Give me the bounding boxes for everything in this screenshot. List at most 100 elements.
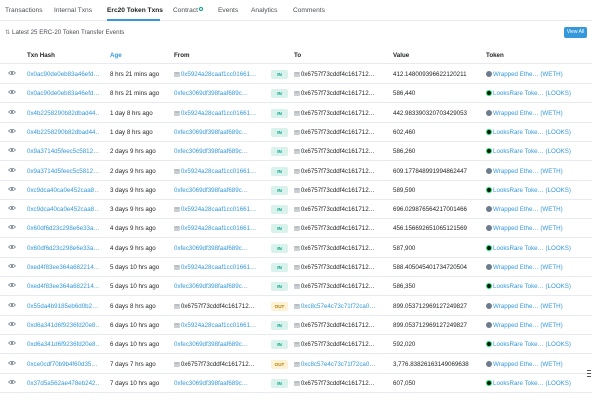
token-name: Wrapped Ethe… (WETH) [493, 167, 563, 175]
eye-icon[interactable] [7, 379, 16, 387]
tab-analytics[interactable]: Analytics [251, 7, 277, 14]
direction-badge: IN [271, 378, 288, 388]
txn-hash-link[interactable]: 0xc9dca40ca0e452caa8… [27, 206, 99, 213]
direction-badge: IN [271, 108, 288, 118]
token-link[interactable]: LooksRare Toke… (LOOKS) [486, 148, 586, 155]
view-all-button[interactable]: View All [564, 27, 587, 38]
txn-hash-link[interactable]: 0xd6a341d6f9236fd20e8… [27, 322, 99, 329]
token-link[interactable]: Wrapped Ethe… (WETH) [486, 167, 586, 175]
txn-hash-link[interactable]: 0xd6a341d6f9236fd20e8… [27, 341, 99, 348]
from-address[interactable]: ▤0x5924a28caaf1cc01661… [174, 71, 258, 78]
eye-icon[interactable] [7, 109, 16, 117]
eye-icon[interactable] [7, 128, 16, 136]
txn-hash-link[interactable]: 0x4b2258290b82dbad44… [27, 129, 99, 136]
eye-icon[interactable] [7, 205, 16, 213]
txn-hash-link[interactable]: 0x37d5a562ae478eb242… [27, 380, 99, 387]
token-link[interactable]: Wrapped Ethe… (WETH) [486, 264, 586, 271]
table-row: 0x9a3714d5feec5c5812… 2 days 9 hrs ago 0xf… [0, 142, 592, 162]
txn-hash-link[interactable]: 0xce0cdf70b9b4f60d35… [27, 361, 99, 368]
eye-icon[interactable] [7, 89, 16, 97]
token-link[interactable]: Wrapped Ethe… (WETH) [486, 206, 586, 213]
table-row: 0xc9dca40ca0e452caa8… 3 days 9 hrs ago ▤0x… [0, 200, 592, 220]
from-address[interactable]: ▤0x5924a28caaf1cc01661… [174, 110, 258, 117]
tab-comments[interactable]: Comments [293, 7, 325, 14]
tab-transactions[interactable]: Transactions [5, 7, 43, 14]
token-link[interactable]: LooksRare Toke… (LOOKS) [486, 379, 586, 387]
from-address-text: 0x6757f73cddf4c161712… [180, 302, 255, 310]
from-address[interactable]: 0xfec3069df398faaf689c… [174, 341, 258, 348]
tab-events[interactable]: Events [218, 7, 238, 14]
eye-icon[interactable] [7, 263, 16, 271]
eye-icon[interactable] [7, 244, 16, 252]
token-link[interactable]: LooksRare Toke… (LOOKS) [486, 341, 586, 348]
contract-icon: ▤ [174, 206, 180, 214]
token-link[interactable]: LooksRare Toke… (LOOKS) [486, 186, 586, 194]
eye-icon[interactable] [7, 224, 16, 232]
eye-icon[interactable] [7, 321, 16, 329]
from-address[interactable]: 0xfec3069df398faaf689c… [174, 245, 258, 252]
from-address[interactable]: 0xfec3069df398faaf689c… [174, 90, 258, 97]
to-address: ▤0x6757f73cddf4c161712… [294, 341, 380, 348]
to-address[interactable]: ▤0xc8c57e4c73c71f72ca0… [294, 361, 380, 368]
token-link[interactable]: Wrapped Ethe… (WETH) [486, 360, 586, 368]
from-address[interactable]: ▤0x5924a28caaf1cc01661… [174, 322, 258, 329]
from-address[interactable]: 0xfec3069df398faaf689c… [174, 148, 258, 155]
from-address[interactable]: 0xfec3069df398faaf689c… [174, 129, 258, 136]
token-link[interactable]: Wrapped Ethe… (WETH) [486, 302, 586, 310]
token-name: Wrapped Ethe… (WETH) [493, 360, 563, 368]
from-address[interactable]: 0xfec3069df398faaf689c… [174, 187, 258, 194]
contract-icon: ▤ [294, 244, 300, 252]
txn-hash-link[interactable]: 0x4b2258290b82dbad44… [27, 110, 99, 117]
txn-hash-link[interactable]: 0x9a3714d5feec5c5812… [27, 168, 99, 175]
to-address[interactable]: ▤0xc8c57e4c73c71f72ca0… [294, 303, 380, 310]
tab-erc20-token-txns[interactable]: Erc20 Token Txns [107, 7, 163, 14]
txn-hash-link[interactable]: 0xc9dca40ca0e452caa8… [27, 187, 99, 194]
from-address[interactable]: ▤0x5924a28caaf1cc01661… [174, 225, 258, 232]
eye-icon[interactable] [7, 360, 16, 368]
token-link[interactable]: LooksRare Toke… (LOOKS) [486, 128, 586, 136]
txn-hash-link[interactable]: 0x9a3714d5feec5c5812… [27, 148, 99, 155]
to-address: ▤0x6757f73cddf4c161712… [294, 187, 380, 194]
weth-token-icon [486, 71, 492, 77]
eye-icon[interactable] [7, 302, 16, 310]
txn-hash-link[interactable]: 0x60df6d23c298e6e33a… [27, 225, 99, 232]
contract-icon: ▤ [174, 264, 180, 271]
from-address[interactable]: ▤0x5924a28caaf1cc01661… [174, 264, 258, 271]
token-link[interactable]: Wrapped Ethe… (WETH) [486, 225, 586, 232]
eye-icon[interactable] [7, 186, 16, 194]
txn-hash-link[interactable]: 0xed4f83ee364a682214… [27, 283, 99, 290]
token-link[interactable]: Wrapped Ethe… (WETH) [486, 71, 586, 78]
eye-icon[interactable] [7, 282, 16, 290]
from-address[interactable]: ▤0x5924a28caaf1cc01661… [174, 168, 258, 175]
from-address[interactable]: 0xfec3069df398faaf689c… [174, 380, 258, 387]
menu-lines-icon[interactable] [585, 368, 592, 382]
looks-token-icon [486, 128, 492, 135]
txn-hash-link[interactable]: 0x0ac90de0eb83a46efd… [27, 90, 99, 97]
token-link[interactable]: Wrapped Ethe… (WETH) [486, 109, 586, 117]
token-name: Wrapped Ethe… (WETH) [493, 206, 563, 214]
from-address[interactable]: 0xfec3069df398faaf689c… [174, 283, 258, 290]
token-link[interactable]: Wrapped Ethe… (WETH) [486, 321, 586, 329]
txn-hash-link[interactable]: 0xed4f83ee364a682214… [27, 264, 99, 271]
to-address: ▤0x6757f73cddf4c161712… [294, 245, 380, 252]
value-amount: 609.177848991994862447 [393, 167, 467, 175]
eye-icon[interactable] [7, 340, 16, 348]
column-header-age[interactable]: Age [110, 52, 122, 59]
txn-hash-link[interactable]: 0x60df6d23c298e6e33a… [27, 245, 99, 252]
eye-icon[interactable] [7, 167, 16, 175]
eye-icon[interactable] [7, 147, 16, 155]
tab-contract[interactable]: Contract [173, 7, 203, 14]
from-address-text: 0xfec3069df398faaf689c… [174, 283, 248, 291]
contract-icon: ▤ [294, 167, 300, 175]
token-link[interactable]: LooksRare Toke… (LOOKS) [486, 90, 586, 97]
eye-icon[interactable] [7, 70, 16, 78]
token-link[interactable]: LooksRare Toke… (LOOKS) [486, 283, 586, 290]
contract-icon: ▤ [294, 90, 300, 98]
to-address-text: 0x6757f73cddf4c161712… [300, 109, 375, 117]
token-link[interactable]: LooksRare Toke… (LOOKS) [486, 244, 586, 252]
weth-token-icon [486, 302, 492, 309]
from-address[interactable]: ▤0x5924a28caaf1cc01661… [174, 206, 258, 213]
tab-internal-txns[interactable]: Internal Txns [54, 7, 92, 14]
txn-hash-link[interactable]: 0x0ac90de0eb83a46efd… [27, 71, 99, 78]
txn-hash-link[interactable]: 0x55da4b9185eb6d0b2… [27, 303, 99, 310]
